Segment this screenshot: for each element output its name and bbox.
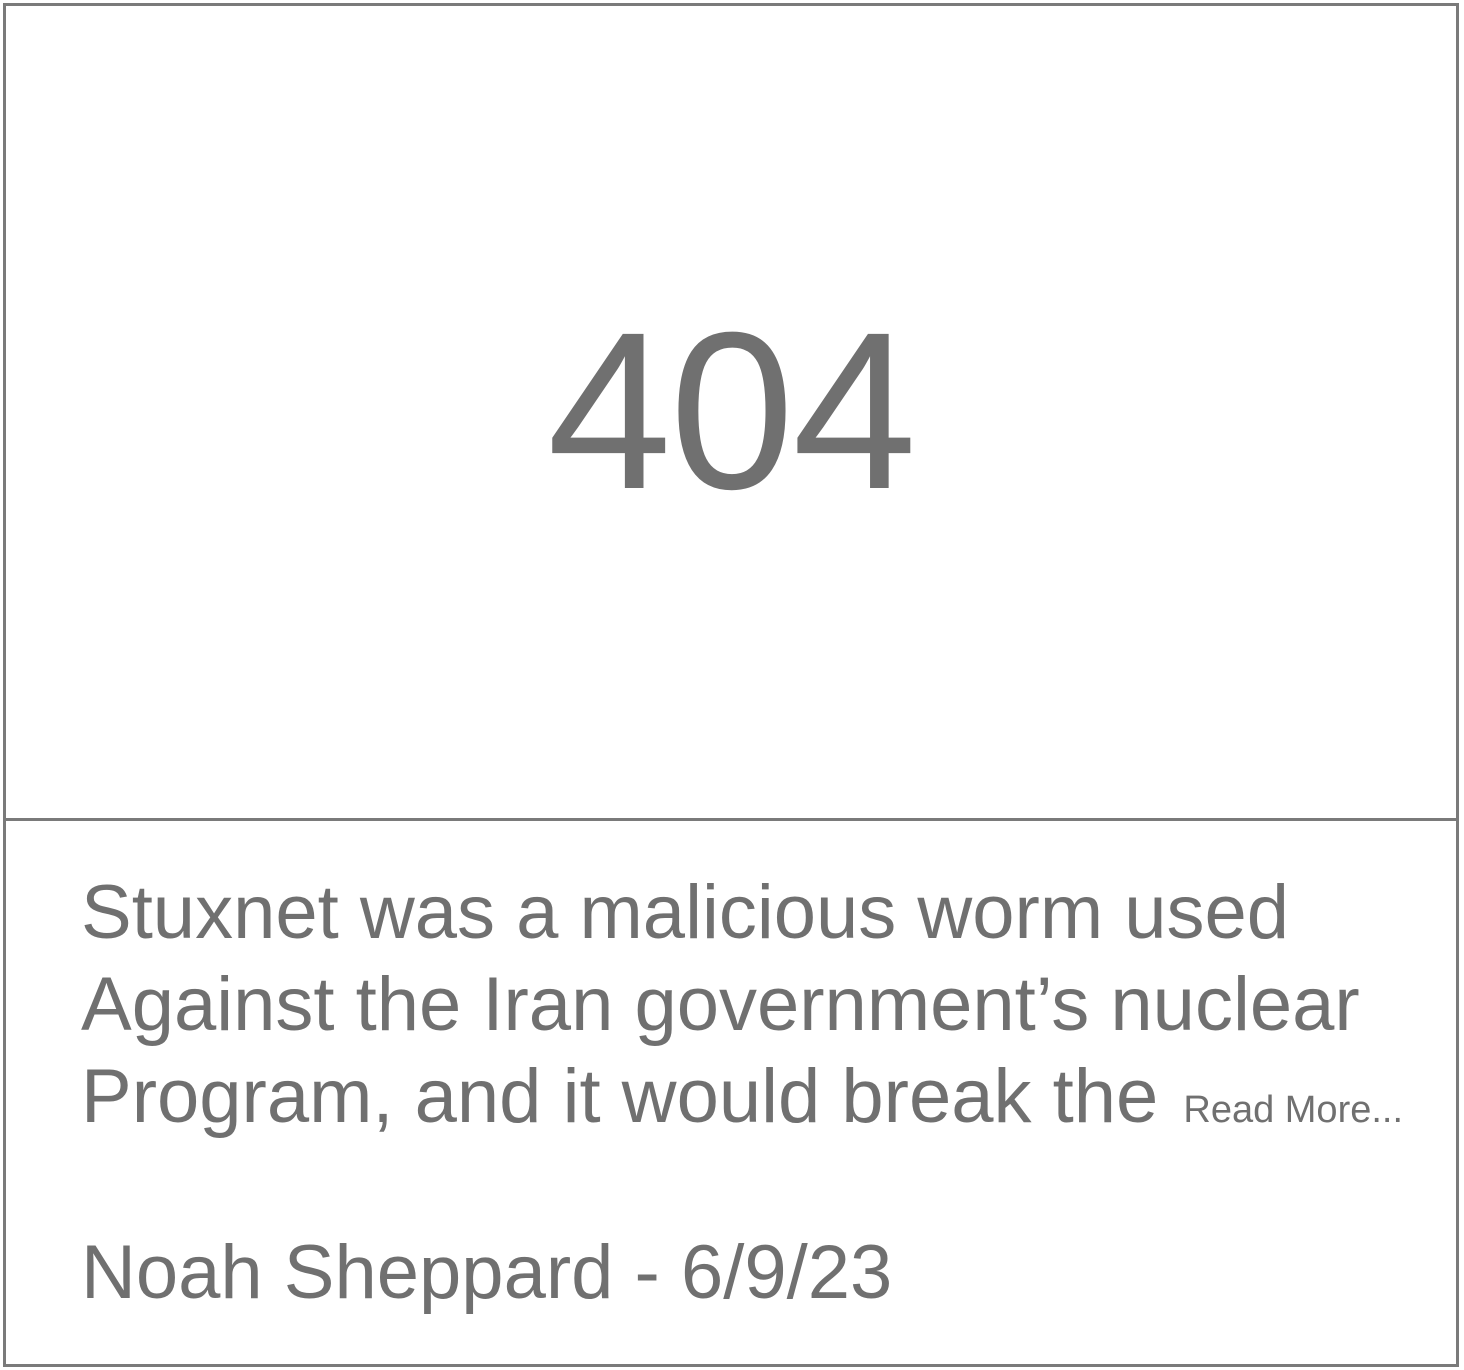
byline-separator: - xyxy=(613,1230,681,1315)
excerpt-line: Stuxnet was a malicious worm used xyxy=(81,870,1290,955)
excerpt-line: Against the Iran government’s nuclear xyxy=(81,962,1360,1047)
error-code-text: 404 xyxy=(547,286,917,536)
read-more-link[interactable]: Read More... xyxy=(1183,1089,1403,1131)
excerpt-line-last: Program, and it would break the Read Mor… xyxy=(81,1051,1441,1156)
byline: Noah Sheppard - 6/9/23 xyxy=(81,1227,892,1319)
publish-date: 6/9/23 xyxy=(680,1230,893,1315)
article-card[interactable]: 404 Stuxnet was a malicious worm used Ag… xyxy=(3,3,1459,1367)
article-excerpt: Stuxnet was a malicious worm used Agains… xyxy=(81,867,1441,1156)
card-body: Stuxnet was a malicious worm used Agains… xyxy=(6,821,1456,1364)
author-name: Noah Sheppard xyxy=(81,1230,614,1315)
excerpt-line-text: Program, and it would break the xyxy=(81,1054,1159,1139)
image-placeholder: 404 xyxy=(6,6,1456,821)
